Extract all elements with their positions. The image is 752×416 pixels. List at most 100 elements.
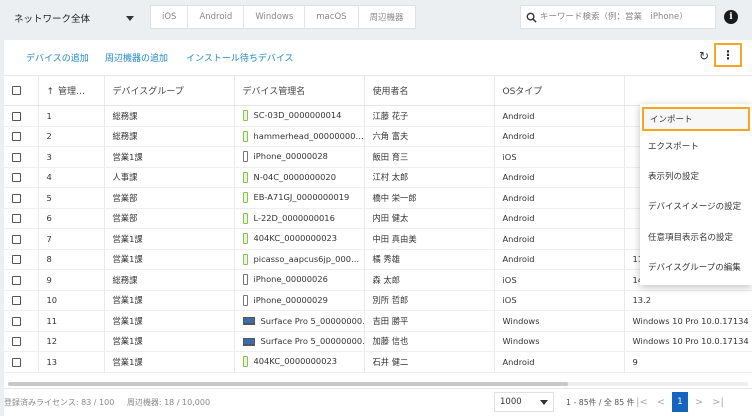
row-checkbox[interactable] bbox=[12, 357, 21, 367]
cell-os-type: iOS bbox=[493, 290, 624, 311]
os-filter-peripheral[interactable]: 周辺機器 bbox=[359, 6, 415, 28]
row-select-cell bbox=[4, 310, 38, 332]
menu-item-export[interactable]: エクスポート bbox=[640, 131, 752, 161]
cell-no: 2 bbox=[37, 126, 104, 147]
cell-device-name[interactable]: 404KC_0000000023 bbox=[233, 351, 364, 373]
cell-os-type: Android bbox=[493, 249, 624, 270]
cell-user: 江村 太郎 bbox=[363, 167, 494, 188]
select-all-checkbox[interactable] bbox=[12, 85, 21, 95]
per-page-select[interactable]: 1000 bbox=[494, 392, 554, 412]
row-checkbox[interactable] bbox=[12, 152, 21, 162]
ios-device-icon bbox=[242, 274, 248, 286]
cell-no: 10 bbox=[37, 290, 104, 311]
cell-user: 吉田 勝平 bbox=[363, 310, 494, 332]
cell-os-version: Windows 10 Pro 10.0.17134 bbox=[623, 331, 752, 352]
cell-device-name[interactable]: iPhone_00000026 bbox=[233, 269, 364, 291]
ios-device-icon bbox=[242, 151, 248, 163]
android-device-icon bbox=[242, 130, 248, 142]
cell-device-name[interactable]: EB-A71GJ_0000000019 bbox=[233, 187, 364, 209]
android-device-icon bbox=[242, 253, 248, 265]
menu-item-device-image-settings[interactable]: デバイスイメージの設定 bbox=[640, 191, 752, 221]
cell-os-type: Android bbox=[493, 228, 624, 250]
android-device-icon bbox=[242, 110, 248, 122]
scrollbar-thumb[interactable] bbox=[8, 382, 568, 386]
pending-install-link[interactable]: インストール待ちデバイス bbox=[186, 51, 294, 64]
cell-device-name[interactable]: iPhone_00000028 bbox=[233, 146, 364, 168]
row-select-cell bbox=[4, 249, 38, 270]
license-info: 登録済みライセンス: 83 / 100 周辺機器: 18 / 10,000 bbox=[4, 397, 210, 408]
table-row[interactable]: 12 営業1課 Surface Pro 5_00000000… 加藤 信也 Window… bbox=[4, 331, 752, 352]
table-row[interactable]: 13 営業1課 404KC_0000000023 石井 健二 Android 9 bbox=[4, 351, 752, 373]
next-page-icon[interactable]: > bbox=[691, 392, 707, 412]
cell-os-type: Android bbox=[493, 126, 624, 147]
more-actions-menu: インポート エクスポート 表示列の設定 デバイスイメージの設定 任意項目表示名の… bbox=[640, 104, 752, 285]
column-header-os-version[interactable] bbox=[623, 75, 752, 106]
cell-device-name[interactable]: Surface Pro 5_00000000… bbox=[233, 331, 364, 352]
row-checkbox[interactable] bbox=[12, 173, 21, 183]
os-filter-windows[interactable]: Windows bbox=[244, 6, 306, 28]
prev-page-icon[interactable]: < bbox=[653, 392, 669, 412]
cell-device-name[interactable]: L-22D_0000000016 bbox=[233, 208, 364, 229]
info-icon[interactable]: i bbox=[724, 10, 738, 24]
cell-os-type: Android bbox=[493, 187, 624, 209]
column-header-group[interactable]: デバイスグループ bbox=[103, 75, 234, 106]
row-select-cell bbox=[4, 269, 38, 291]
search-input[interactable] bbox=[540, 12, 710, 22]
cell-group: 営業1課 bbox=[103, 310, 234, 332]
add-peripheral-link[interactable]: 周辺機器の追加 bbox=[105, 51, 168, 64]
os-filter-macos[interactable]: macOS bbox=[305, 6, 359, 28]
row-checkbox[interactable] bbox=[12, 255, 21, 265]
row-checkbox[interactable] bbox=[12, 296, 21, 306]
os-filter-ios[interactable]: iOS bbox=[151, 6, 189, 28]
cell-user: 中田 真由美 bbox=[363, 228, 494, 250]
row-select-cell bbox=[4, 187, 38, 209]
menu-item-column-settings[interactable]: 表示列の設定 bbox=[640, 161, 752, 191]
row-checkbox[interactable] bbox=[12, 337, 21, 347]
more-menu-button[interactable]: ⋮ bbox=[714, 43, 742, 67]
row-checkbox[interactable] bbox=[12, 132, 21, 142]
row-checkbox[interactable] bbox=[12, 214, 21, 224]
column-header-os-type[interactable]: OSタイプ bbox=[493, 75, 624, 106]
menu-item-edit-device-groups[interactable]: デバイスグループの編集 bbox=[640, 252, 752, 282]
cell-device-name[interactable]: N-04C_0000000020 bbox=[233, 167, 364, 188]
row-checkbox[interactable] bbox=[12, 316, 21, 326]
cell-device-name[interactable]: picasso_aapcus6jp_000… bbox=[233, 249, 364, 270]
cell-no: 13 bbox=[37, 351, 104, 373]
menu-item-import[interactable]: インポート bbox=[642, 107, 750, 131]
row-select-cell bbox=[4, 146, 38, 168]
column-header-user[interactable]: 使用者名 bbox=[363, 75, 494, 106]
network-select[interactable]: ネットワーク全体 bbox=[8, 8, 140, 28]
row-checkbox[interactable] bbox=[12, 111, 21, 121]
footer: 登録済みライセンス: 83 / 100 周辺機器: 18 / 10,000 10… bbox=[4, 388, 752, 416]
cell-os-version: 9 bbox=[623, 351, 752, 373]
cell-device-name[interactable]: Surface Pro 5_00000000… bbox=[233, 310, 364, 332]
refresh-icon[interactable]: ↻ bbox=[699, 50, 709, 62]
table-row[interactable]: 11 営業1課 Surface Pro 5_00000000… 吉田 勝平 Window… bbox=[4, 310, 752, 332]
row-select-cell bbox=[4, 208, 38, 229]
column-header-device-name[interactable]: デバイス管理名 bbox=[233, 75, 364, 106]
first-page-icon[interactable]: |< bbox=[634, 392, 650, 412]
cell-device-name[interactable]: 404KC_0000000023 bbox=[233, 228, 364, 250]
row-checkbox[interactable] bbox=[12, 275, 21, 285]
last-page-icon[interactable]: >| bbox=[710, 392, 726, 412]
cell-os-type: iOS bbox=[493, 146, 624, 168]
cell-device-name[interactable]: hammerhead_00000000… bbox=[233, 126, 364, 147]
row-checkbox[interactable] bbox=[12, 234, 21, 244]
peripheral-count: 周辺機器: 18 / 10,000 bbox=[126, 398, 211, 407]
menu-item-custom-field-settings[interactable]: 任意項目表示名の設定 bbox=[640, 222, 752, 252]
per-page-value: 1000 bbox=[500, 397, 522, 407]
cell-device-name[interactable]: iPhone_00000029 bbox=[233, 290, 364, 311]
windows-device-icon bbox=[242, 317, 255, 326]
column-header-no[interactable]: ↑ 管理… bbox=[37, 75, 104, 106]
current-page-button[interactable]: 1 bbox=[672, 392, 688, 412]
search-box[interactable] bbox=[520, 5, 716, 29]
cell-device-name[interactable]: SC-03D_0000000014 bbox=[233, 105, 364, 127]
cell-group: 営業1課 bbox=[103, 228, 234, 250]
add-device-link[interactable]: デバイスの追加 bbox=[26, 51, 89, 64]
cell-user: 飯田 育三 bbox=[363, 146, 494, 168]
table-row[interactable]: 10 営業1課 iPhone_00000029 別所 哲郎 iOS 13.2 bbox=[4, 290, 752, 311]
os-filter-android[interactable]: Android bbox=[188, 6, 245, 28]
row-checkbox[interactable] bbox=[12, 193, 21, 203]
horizontal-scrollbar[interactable] bbox=[8, 382, 748, 386]
cell-no: 5 bbox=[37, 187, 104, 209]
